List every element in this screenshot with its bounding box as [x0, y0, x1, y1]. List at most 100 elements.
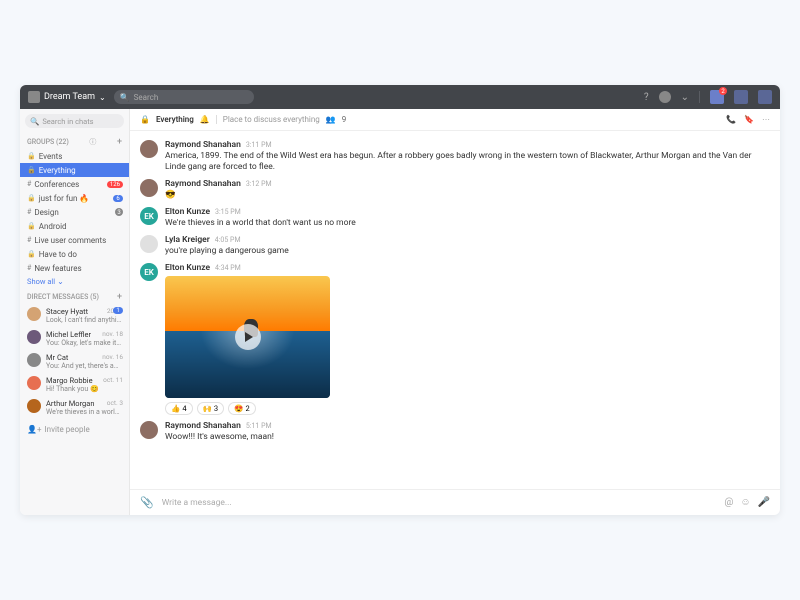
sidebar-group-item[interactable]: #Design3: [20, 205, 129, 219]
message-time: 5:11 PM: [246, 422, 272, 430]
reactions: 👍4🙌3😍2: [165, 402, 770, 415]
dm-preview: We're thieves in a world th…: [46, 408, 122, 416]
group-name: Events: [39, 152, 63, 161]
team-avatar: [28, 91, 40, 103]
reaction[interactable]: 😍2: [228, 402, 256, 415]
dm-item[interactable]: Mr Cat You: And yet, there's anot… nov. …: [20, 350, 129, 373]
emoji-icon[interactable]: ☺: [740, 497, 750, 508]
user-avatar[interactable]: [659, 91, 671, 103]
play-icon[interactable]: [235, 324, 261, 350]
reaction-emoji: 👍: [171, 404, 180, 413]
message: EKElton Kunze4:34 PM👍4🙌3😍2: [140, 260, 770, 418]
sidebar-group-item[interactable]: #Conferences126: [20, 177, 129, 191]
dm-item[interactable]: Stacey Hyatt Look, I can't find anything…: [20, 304, 129, 327]
dm-time: oct. 3: [107, 399, 123, 407]
group-prefix-icon: 🔒: [27, 152, 36, 160]
sidebar-group-item[interactable]: 🔒Everything: [20, 163, 129, 177]
invite-people[interactable]: 👤+ Invite people: [20, 419, 129, 440]
groups-header[interactable]: GROUPS (22) ⓘ +: [20, 133, 129, 149]
video-attachment[interactable]: [165, 276, 330, 398]
files-icon[interactable]: [758, 90, 772, 104]
reaction-count: 4: [182, 404, 186, 413]
dm-item[interactable]: Michel Leffler You: Okay, let's make it …: [20, 327, 129, 350]
sidebar-group-item[interactable]: #New features: [20, 261, 129, 275]
lock-icon: 🔒: [140, 115, 150, 124]
reaction-emoji: 😍: [234, 404, 243, 413]
bell-icon[interactable]: 🔔: [200, 115, 210, 124]
message-avatar: EK: [140, 263, 158, 281]
message-time: 3:15 PM: [215, 208, 241, 216]
dm-header[interactable]: DIRECT MESSAGES (5) +: [20, 288, 129, 304]
dm-avatar: [27, 399, 41, 413]
chevron-down-icon: ⌄: [99, 93, 106, 102]
group-name: Android: [39, 222, 67, 231]
group-name: Have to do: [39, 250, 77, 259]
unread-badge: 6: [113, 195, 123, 202]
messages-pane[interactable]: Raymond Shanahan 3:11 PM America, 1899. Th…: [130, 131, 780, 489]
global-search[interactable]: 🔍 Search: [114, 90, 254, 104]
dm-preview: You: And yet, there's anot…: [46, 362, 122, 370]
message-avatar: [140, 179, 158, 197]
mention-icon[interactable]: @: [724, 497, 733, 508]
group-prefix-icon: 🔒: [27, 250, 36, 258]
phone-icon[interactable]: 📞: [726, 115, 736, 124]
topbar-actions: ? ⌄ 2: [644, 90, 772, 104]
chat-search-placeholder: Search in chats: [42, 117, 93, 126]
chevron-down-icon[interactable]: ⌄: [681, 92, 689, 103]
reaction[interactable]: 🙌3: [197, 402, 225, 415]
dm-item[interactable]: Arthur Morgan We're thieves in a world t…: [20, 396, 129, 419]
message-time: 4:34 PM: [215, 264, 241, 272]
dm-item[interactable]: Margo Robbie Hi! Thank you 😊 oct. 11: [20, 373, 129, 396]
dm-avatar: [27, 353, 41, 367]
dm-avatar: [27, 307, 41, 321]
dm-label: DIRECT MESSAGES (5): [27, 293, 99, 301]
message: EKElton Kunze3:15 PMWe're thieves in a w…: [140, 204, 770, 232]
dm-time: nov. 16: [102, 353, 123, 361]
sidebar-group-item[interactable]: 🔒Android: [20, 219, 129, 233]
message-author: Raymond Shanahan: [165, 179, 241, 189]
dm-preview: You: Okay, let's make it this…: [46, 339, 122, 347]
info-icon: ⓘ: [89, 137, 96, 147]
dm-time: nov. 18: [102, 330, 123, 338]
team-selector[interactable]: Dream Team ⌄: [28, 91, 106, 103]
members-count: 9: [342, 115, 347, 124]
content-area: 🔒 Everything 🔔 Place to discuss everythi…: [130, 109, 780, 515]
message-input[interactable]: Write a message...: [162, 498, 717, 508]
group-name: just for fun 🔥: [39, 194, 90, 203]
chat-search[interactable]: 🔍 Search in chats: [25, 114, 124, 128]
bookmark-icon[interactable]: 🔖: [744, 115, 754, 124]
reaction[interactable]: 👍4: [165, 402, 193, 415]
reaction-count: 2: [245, 404, 249, 413]
show-all-label: Show all: [27, 277, 55, 286]
dm-preview: Look, I can't find anything: [46, 316, 122, 324]
group-prefix-icon: 🔒: [27, 166, 36, 174]
mic-icon[interactable]: 🎤: [758, 497, 770, 508]
sidebar: 🔍 Search in chats GROUPS (22) ⓘ + 🔒Event…: [20, 109, 130, 515]
message-author: Lyla Kreiger: [165, 235, 210, 245]
divider: [699, 91, 700, 103]
dm-avatar: [27, 376, 41, 390]
more-icon[interactable]: ⋯: [762, 115, 770, 124]
search-icon: 🔍: [30, 117, 39, 126]
message-time: 3:11 PM: [246, 141, 272, 149]
add-dm-icon[interactable]: +: [117, 292, 122, 302]
search-placeholder: Search: [134, 93, 159, 102]
sidebar-group-item[interactable]: 🔒Events: [20, 149, 129, 163]
help-icon[interactable]: ?: [644, 92, 649, 103]
groups-list: 🔒Events🔒Everything#Conferences126🔒just f…: [20, 149, 129, 275]
notifications-icon[interactable]: 2: [710, 90, 724, 104]
sidebar-group-item[interactable]: 🔒just for fun 🔥6: [20, 191, 129, 205]
group-name: Live user comments: [34, 236, 106, 245]
message-avatar: [140, 140, 158, 158]
message-avatar: [140, 421, 158, 439]
message-text: America, 1899. The end of the Wild West …: [165, 151, 770, 173]
members-icon[interactable]: 👥: [326, 115, 336, 124]
message-author: Elton Kunze: [165, 263, 210, 273]
sidebar-group-item[interactable]: #Live user comments: [20, 233, 129, 247]
contacts-icon[interactable]: [734, 90, 748, 104]
attach-icon[interactable]: 📎: [140, 496, 154, 509]
sidebar-group-item[interactable]: 🔒Have to do: [20, 247, 129, 261]
invite-label: Invite people: [45, 425, 90, 434]
add-group-icon[interactable]: +: [117, 137, 122, 147]
show-all-link[interactable]: Show all ⌄: [20, 275, 129, 288]
